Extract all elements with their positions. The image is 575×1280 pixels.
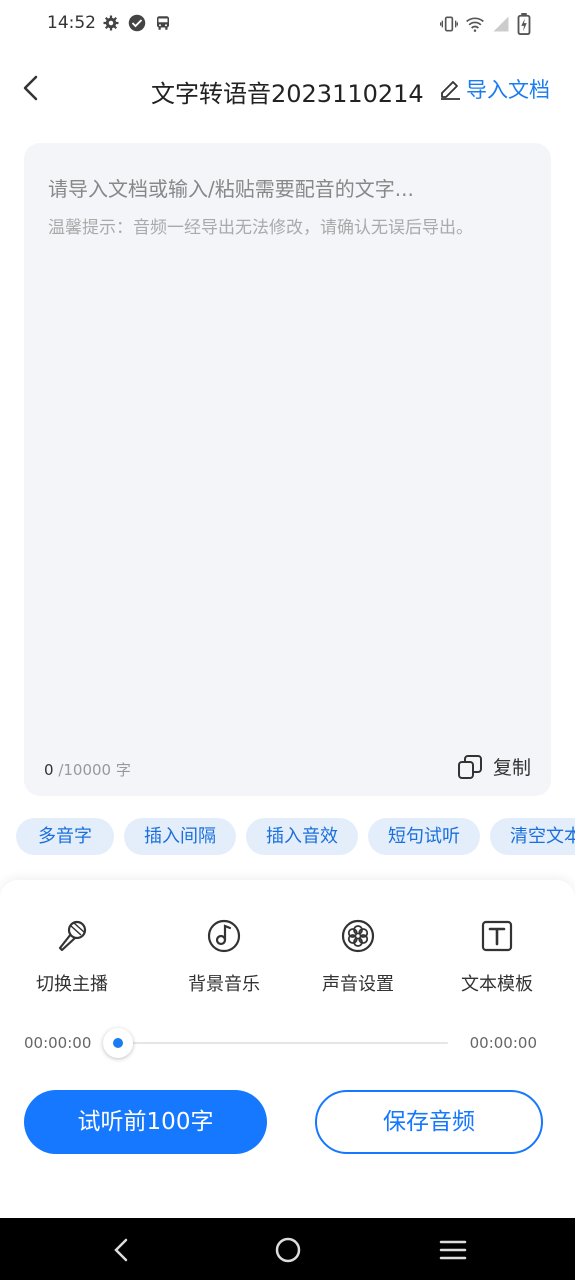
microphone-icon (58, 920, 87, 952)
progress-track[interactable] (110, 1042, 448, 1044)
status-icons-left (102, 14, 172, 32)
chip-insert-pause[interactable]: 插入间隔 (124, 818, 236, 855)
tool-label: 文本模板 (461, 974, 533, 995)
editor-tip: 温馨提示：音频一经导出无法修改，请确认无误后导出。 (48, 218, 473, 238)
preview-button[interactable]: 试听前100字 (24, 1090, 267, 1154)
check-circle-icon (128, 14, 146, 32)
chip-polyphone[interactable]: 多音字 (16, 818, 114, 855)
total-time: 00:00:00 (469, 1034, 537, 1052)
status-bar: 14:52 (0, 0, 575, 48)
char-counter: 0 /10000 字 (44, 759, 131, 780)
nav-home-button[interactable] (272, 1234, 304, 1266)
current-time: 00:00:00 (24, 1034, 92, 1052)
chip-insert-sound-effect[interactable]: 插入音效 (246, 818, 358, 855)
nav-menu-icon (439, 1240, 467, 1260)
progress-slider-handle[interactable] (103, 1028, 133, 1058)
chevron-left-icon (23, 75, 38, 101)
edit-pencil-icon (441, 81, 460, 100)
gear-icon (103, 15, 119, 31)
settings-flower-icon (341, 919, 375, 953)
system-nav-bar (0, 1218, 575, 1280)
audio-progress: 00:00:00 00:00:00 (0, 1028, 575, 1060)
tool-voice-settings[interactable]: 声音设置 (298, 918, 418, 996)
copy-icon (457, 754, 482, 779)
char-count-limit: /10000 字 (58, 761, 131, 779)
chip-clear-text[interactable]: 清空文本 (490, 818, 575, 855)
nav-menu-button[interactable] (437, 1234, 469, 1266)
music-disc-icon (207, 919, 241, 953)
editor-placeholder: 请导入文档或输入/粘贴需要配音的文字... (48, 177, 414, 201)
quick-actions: 多音字 插入间隔 插入音效 短句试听 清空文本 (16, 818, 575, 855)
header: 文字转语音2023110214 导入文档 (0, 60, 575, 116)
copy-label: 复制 (492, 757, 531, 779)
nav-back-icon (114, 1238, 128, 1262)
page-title: 文字转语音2023110214 (151, 74, 431, 109)
chip-sentence-preview[interactable]: 短句试听 (368, 818, 480, 855)
battery-icon (517, 13, 531, 35)
signal-icon (493, 16, 509, 32)
tool-background-music[interactable]: 背景音乐 (164, 918, 284, 996)
vibrate-icon (440, 16, 458, 32)
nav-back-button[interactable] (106, 1234, 138, 1266)
page-title-text: 文字转语音2023110214 (151, 80, 424, 108)
tool-label: 背景音乐 (188, 974, 260, 995)
status-time: 14:52 (47, 13, 96, 33)
nav-home-icon (275, 1237, 301, 1263)
tool-label: 声音设置 (322, 974, 394, 995)
status-icons-right (439, 13, 531, 35)
import-document-button[interactable]: 导入文档 (438, 74, 550, 104)
bottom-panel: 切换主播 背景音乐 声音设置 文本模板 00:00:00 00:00:00 试听… (0, 880, 575, 1218)
copy-button[interactable]: 复制 (457, 753, 531, 780)
char-count-current: 0 (44, 761, 54, 779)
bus-icon (157, 16, 169, 30)
import-document-label: 导入文档 (466, 78, 550, 102)
back-button[interactable] (16, 72, 48, 104)
tool-label: 切换主播 (36, 974, 108, 995)
tool-row: 切换主播 背景音乐 声音设置 文本模板 (0, 918, 575, 998)
text-template-icon (481, 920, 513, 952)
wifi-icon (466, 17, 484, 32)
tool-switch-anchor[interactable]: 切换主播 (12, 918, 132, 996)
save-audio-button[interactable]: 保存音频 (315, 1090, 543, 1154)
text-editor[interactable]: 请导入文档或输入/粘贴需要配音的文字... 温馨提示：音频一经导出无法修改，请确… (24, 143, 551, 796)
tool-text-template[interactable]: 文本模板 (437, 918, 557, 996)
